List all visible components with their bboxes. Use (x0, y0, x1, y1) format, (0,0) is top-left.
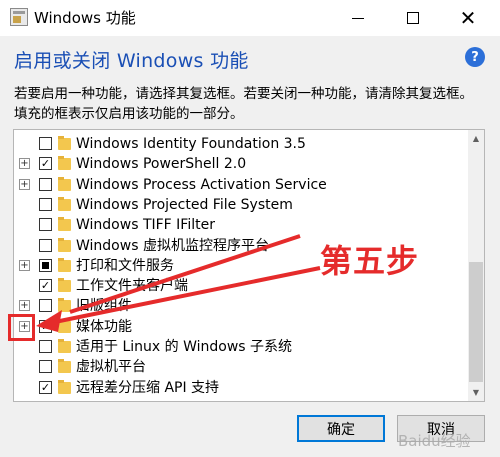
window-title: Windows 功能 (34, 9, 136, 27)
folder-icon (58, 196, 71, 211)
close-button[interactable]: ✕ (445, 0, 491, 36)
checkmark-icon: ✓ (40, 157, 51, 171)
feature-label: Windows 虚拟机监控程序平台 (76, 237, 269, 254)
feature-label: 适用于 Linux 的 Windows 子系统 (76, 339, 293, 355)
folder-icon (58, 136, 71, 150)
feature-checkbox[interactable] (39, 360, 52, 374)
feature-label: 工作文件夹客户端 (76, 278, 188, 295)
close-icon: ✕ (459, 6, 477, 30)
checkmark-icon: ✓ (40, 279, 51, 293)
feature-label: 打印和文件服务 (76, 257, 174, 274)
folder-icon (58, 339, 71, 353)
feature-label: 虚拟机平台 (76, 359, 146, 376)
expand-icon[interactable]: + (19, 300, 30, 312)
dialog-description: 若要启用一种功能，请选择其复选框。若要关闭一种功能，请清除其复选框。填充的框表示… (14, 86, 473, 122)
feature-label: Windows TIFF IFilter (76, 217, 215, 234)
feature-label: 旧版组件 (76, 298, 132, 315)
expand-icon[interactable]: + (19, 178, 30, 190)
folder-icon (58, 156, 71, 171)
folder-icon (58, 237, 71, 252)
feature-label: Windows Process Activation Service (76, 176, 327, 193)
feature-row[interactable]: 适用于 Linux 的 Windows 子系统 (14, 337, 464, 357)
checkmark-icon: ✓ (40, 319, 51, 333)
ok-button[interactable]: 确定 (297, 415, 385, 442)
scroll-down-icon[interactable]: ▼ (468, 384, 484, 401)
feature-row[interactable]: Windows TIFF IFilter (14, 215, 464, 235)
expand-icon[interactable]: + (19, 259, 30, 271)
maximize-button[interactable] (390, 0, 436, 36)
partial-fill-icon (42, 261, 49, 269)
feature-checkbox[interactable]: ✓ (39, 380, 52, 394)
minimize-icon (352, 17, 364, 19)
scroll-up-icon[interactable]: ▲ (468, 130, 484, 147)
folder-icon (58, 318, 71, 333)
feature-label: 媒体功能 (76, 318, 132, 335)
checkmark-icon: ✓ (40, 380, 51, 394)
expand-icon[interactable]: + (19, 158, 30, 170)
folder-icon (58, 257, 71, 272)
folder-icon (58, 176, 71, 191)
vertical-scrollbar[interactable]: ▲ ▼ (468, 130, 484, 401)
feature-checkbox[interactable]: ✓ (39, 279, 52, 293)
feature-checkbox[interactable] (39, 197, 52, 211)
feature-row[interactable]: + 旧版组件 (14, 296, 464, 316)
feature-label: Windows PowerShell 2.0 (76, 156, 247, 173)
feature-row[interactable]: Windows Identity Foundation 3.5 (14, 134, 464, 154)
help-icon[interactable]: ? (465, 47, 485, 67)
feature-checkbox[interactable] (39, 137, 52, 150)
feature-row[interactable]: + Windows Process Activation Service (14, 175, 464, 195)
feature-row[interactable]: + ✓ Windows PowerShell 2.0 (14, 154, 464, 174)
feature-checkbox[interactable]: ✓ (39, 157, 52, 171)
watermark: Baidu经验 (398, 432, 471, 450)
step-annotation: 第五步 (320, 242, 420, 280)
feature-checkbox[interactable] (39, 258, 52, 272)
feature-row[interactable]: + ✓ 媒体功能 (14, 317, 464, 337)
feature-checkbox[interactable] (39, 238, 52, 252)
feature-checkbox[interactable]: ✓ (39, 319, 52, 333)
folder-icon (58, 379, 71, 394)
feature-checkbox[interactable] (39, 218, 52, 232)
feature-checkbox[interactable] (39, 299, 52, 313)
feature-checkbox[interactable] (39, 340, 52, 353)
title-bar: Windows 功能 ✕ (0, 0, 500, 36)
folder-icon (58, 359, 71, 374)
maximize-icon (407, 12, 419, 24)
folder-icon (58, 217, 71, 232)
feature-checkbox[interactable] (39, 177, 52, 191)
folder-icon (58, 278, 71, 293)
feature-label: Windows Identity Foundation 3.5 (76, 136, 306, 152)
dialog-heading: 启用或关闭 Windows 功能 (14, 50, 249, 72)
feature-row[interactable]: 虚拟机平台 (14, 357, 464, 377)
expander-highlight (8, 314, 35, 341)
feature-row[interactable]: ✓ 远程差分压缩 API 支持 (14, 378, 464, 398)
feature-row[interactable]: Windows Projected File System (14, 195, 464, 215)
minimize-button[interactable] (335, 0, 381, 36)
scrollbar-thumb[interactable] (469, 262, 483, 382)
feature-label: 远程差分压缩 API 支持 (76, 379, 220, 396)
folder-icon (58, 298, 71, 313)
feature-label: Windows Projected File System (76, 196, 293, 213)
windows-features-icon (10, 8, 28, 26)
